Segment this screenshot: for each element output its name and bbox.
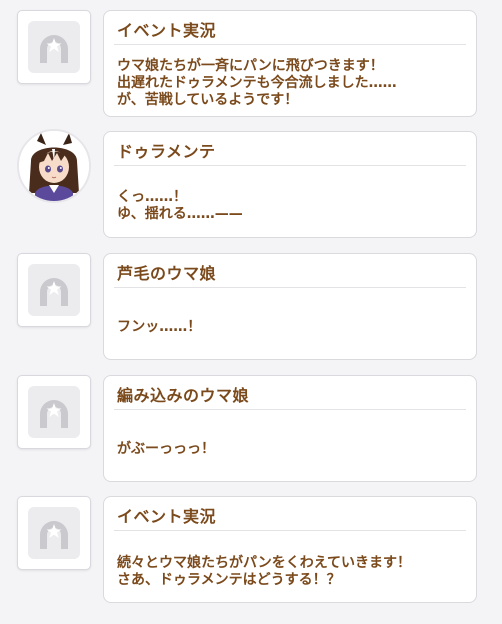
speaker-name: イベント実況 xyxy=(117,507,217,526)
duramente-portrait xyxy=(17,129,91,203)
message-bubble: 芦毛のウマ娘 フンッ……！ xyxy=(103,253,477,360)
message-bubble: イベント実況 続々とウマ娘たちがパンをくわえていきます！ さあ、ドゥラメンテはど… xyxy=(103,496,477,603)
divider xyxy=(114,287,466,288)
message-text: フンッ……！ xyxy=(117,319,202,335)
horseshoe-placeholder-icon xyxy=(17,375,91,449)
divider xyxy=(114,409,466,410)
horseshoe-placeholder-icon xyxy=(17,496,91,570)
message-text: 続々とウマ娘たちがパンをくわえていきます！ さあ、ドゥラメンテはどうする！？ xyxy=(117,555,411,588)
divider xyxy=(114,165,466,166)
speaker-name: 芦毛のウマ娘 xyxy=(117,264,217,283)
horseshoe-placeholder-icon xyxy=(17,10,91,84)
speaker-name: ドゥラメンテ xyxy=(117,142,216,161)
message-text: ウマ娘たちが一斉にパンに飛びつきます！ 出遅れたドゥラメンテも今合流しました……… xyxy=(117,58,397,108)
speaker-name: イベント実況 xyxy=(117,21,217,40)
speaker-name: 編み込みのウマ娘 xyxy=(117,386,250,405)
horseshoe-placeholder-icon xyxy=(17,253,91,327)
message-bubble: 編み込みのウマ娘 がぶーっっっ！ xyxy=(103,375,477,482)
event-message-log: イベント実況 ウマ娘たちが一斉にパンに飛びつきます！ 出遅れたドゥラメンテも今合… xyxy=(0,0,502,624)
message-bubble: イベント実況 ウマ娘たちが一斉にパンに飛びつきます！ 出遅れたドゥラメンテも今合… xyxy=(103,10,477,117)
message-text: がぶーっっっ！ xyxy=(117,441,215,457)
message-bubble: ドゥラメンテ くっ……！ ゆ、揺れる……—— xyxy=(103,131,477,238)
message-text: くっ……！ ゆ、揺れる……—— xyxy=(117,189,243,222)
divider xyxy=(114,44,466,45)
divider xyxy=(114,530,466,531)
